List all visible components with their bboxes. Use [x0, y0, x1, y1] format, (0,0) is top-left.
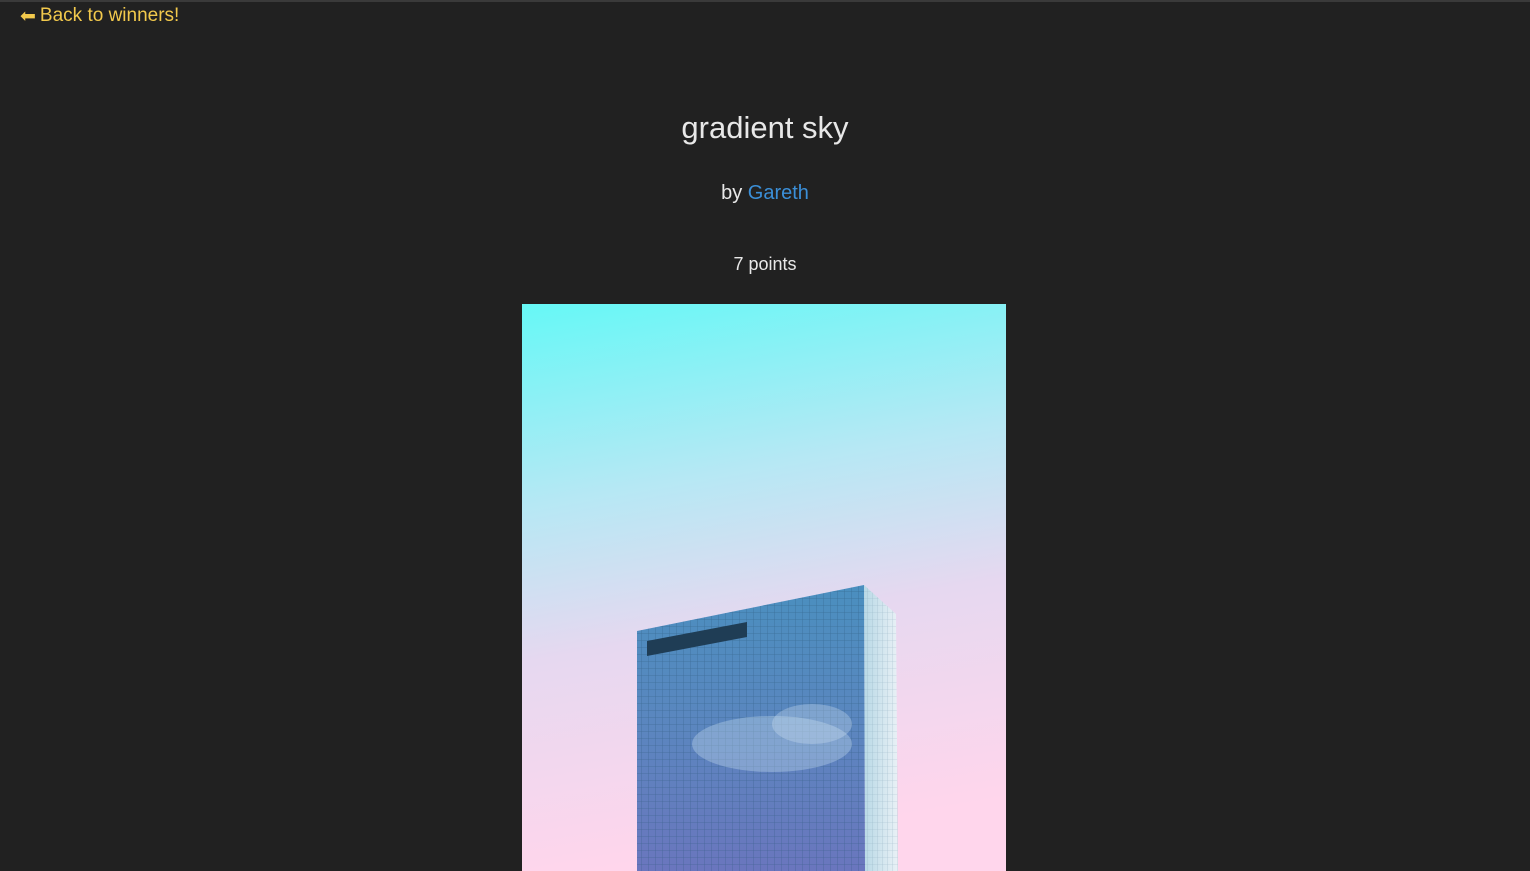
byline-prefix: by: [721, 182, 743, 204]
back-link-label: Back to winners!: [39, 5, 180, 26]
points-count: 7 points: [733, 254, 797, 274]
top-border: [0, 0, 1530, 2]
entry-title: gradient sky: [681, 110, 849, 145]
author-link[interactable]: Gareth: [748, 182, 809, 204]
entry-photo: [522, 304, 1006, 871]
byline: by Gareth: [0, 182, 1530, 205]
back-to-winners-link[interactable]: ⬅ Back to winners!: [20, 5, 179, 27]
left-arrow-icon: ⬅: [20, 5, 36, 27]
